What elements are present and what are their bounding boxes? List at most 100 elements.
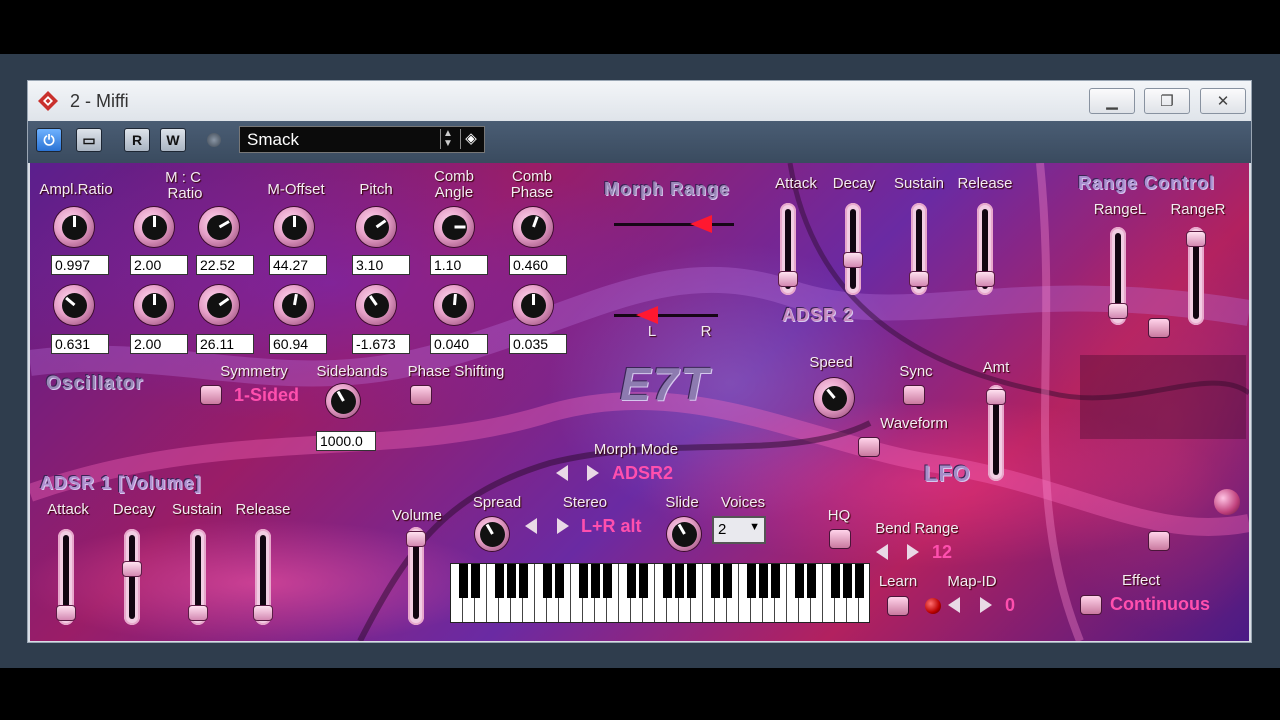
comb-phase-value-2[interactable]: 0.035 bbox=[509, 334, 567, 354]
comb-angle-value-1[interactable]: 1.10 bbox=[430, 255, 488, 275]
comb-angle-knob-2[interactable] bbox=[434, 285, 474, 325]
adsr2-release-handle[interactable] bbox=[975, 271, 995, 287]
preset-name-field[interactable]: Smack ▲ ▼ ◈ bbox=[239, 126, 485, 153]
adsr2-sustain-slider[interactable] bbox=[909, 203, 929, 295]
morph-mode-next-icon[interactable] bbox=[587, 465, 599, 481]
volume-handle[interactable] bbox=[406, 531, 426, 547]
piano-keyboard[interactable] bbox=[450, 563, 870, 623]
ampl-ratio-value-1[interactable]: 0.997 bbox=[51, 255, 109, 275]
adsr1-decay-slider[interactable] bbox=[122, 529, 142, 625]
piano-black-key[interactable] bbox=[711, 564, 720, 598]
piano-black-key[interactable] bbox=[579, 564, 588, 598]
piano-black-key[interactable] bbox=[495, 564, 504, 598]
write-automation-button[interactable]: W bbox=[160, 128, 186, 152]
adsr2-attack-handle[interactable] bbox=[778, 271, 798, 287]
piano-black-key[interactable] bbox=[675, 564, 684, 598]
comb-angle-knob-1[interactable] bbox=[434, 207, 474, 247]
m-offset-value-2[interactable]: 60.94 bbox=[269, 334, 327, 354]
ratio-c-knob-2[interactable] bbox=[199, 285, 239, 325]
piano-black-key[interactable] bbox=[507, 564, 516, 598]
morph-range-track[interactable] bbox=[614, 223, 734, 226]
range-link-button[interactable] bbox=[1148, 318, 1170, 338]
minimize-button[interactable]: ▁ bbox=[1089, 88, 1135, 114]
morph-mode-prev-icon[interactable] bbox=[556, 465, 568, 481]
learn-button[interactable] bbox=[887, 596, 909, 616]
adsr2-release-slider[interactable] bbox=[975, 203, 995, 295]
stereo-next-icon[interactable] bbox=[557, 518, 569, 534]
piano-black-key[interactable] bbox=[639, 564, 648, 598]
ampl-ratio-knob-2[interactable] bbox=[54, 285, 94, 325]
slide-knob[interactable] bbox=[667, 517, 701, 551]
piano-black-key[interactable] bbox=[471, 564, 480, 598]
adsr2-decay-slider[interactable] bbox=[843, 203, 863, 295]
sidebands-knob[interactable] bbox=[326, 384, 360, 418]
ratio-c-knob-1[interactable] bbox=[199, 207, 239, 247]
range-l-handle[interactable] bbox=[1108, 303, 1128, 319]
title-bar[interactable]: 2 - Miffi ▁ ❐ ✕ bbox=[28, 81, 1251, 121]
pitch-knob-2[interactable] bbox=[356, 285, 396, 325]
m-offset-knob-2[interactable] bbox=[274, 285, 314, 325]
piano-black-key[interactable] bbox=[759, 564, 768, 598]
piano-black-key[interactable] bbox=[795, 564, 804, 598]
ratio-m-knob-1[interactable] bbox=[134, 207, 174, 247]
effect-toggle-button[interactable] bbox=[1148, 531, 1170, 551]
piano-black-key[interactable] bbox=[603, 564, 612, 598]
close-button[interactable]: ✕ bbox=[1200, 88, 1246, 114]
comb-phase-value-1[interactable]: 0.460 bbox=[509, 255, 567, 275]
m-offset-value-1[interactable]: 44.27 bbox=[269, 255, 327, 275]
piano-black-key[interactable] bbox=[591, 564, 600, 598]
piano-black-key[interactable] bbox=[747, 564, 756, 598]
phase-shifting-button[interactable] bbox=[410, 385, 432, 405]
stereo-prev-icon[interactable] bbox=[525, 518, 537, 534]
bend-range-prev-icon[interactable] bbox=[876, 544, 888, 560]
range-l-slider[interactable] bbox=[1108, 227, 1128, 325]
piano-black-key[interactable] bbox=[543, 564, 552, 598]
pitch-knob-1[interactable] bbox=[356, 207, 396, 247]
morph-pan-track[interactable] bbox=[614, 314, 718, 317]
lfo-sync-button[interactable] bbox=[903, 385, 925, 405]
adsr1-sustain-handle[interactable] bbox=[188, 605, 208, 621]
volume-slider[interactable] bbox=[406, 527, 426, 625]
preset-browser-icon[interactable]: ◈ bbox=[460, 129, 481, 149]
adsr1-release-slider[interactable] bbox=[253, 529, 273, 625]
comb-angle-value-2[interactable]: 0.040 bbox=[430, 334, 488, 354]
ratio-c-value-1[interactable]: 22.52 bbox=[196, 255, 254, 275]
ratio-c-value-2[interactable]: 26.11 bbox=[196, 334, 254, 354]
adsr2-decay-handle[interactable] bbox=[843, 252, 863, 268]
maximize-button[interactable]: ❐ bbox=[1144, 88, 1190, 114]
effect-button[interactable] bbox=[1080, 595, 1102, 615]
lfo-waveform-button[interactable] bbox=[858, 437, 880, 457]
piano-black-key[interactable] bbox=[627, 564, 636, 598]
ratio-m-knob-2[interactable] bbox=[134, 285, 174, 325]
ampl-ratio-value-2[interactable]: 0.631 bbox=[51, 334, 109, 354]
lfo-speed-knob[interactable] bbox=[814, 378, 854, 418]
symmetry-button[interactable] bbox=[200, 385, 222, 405]
ratio-m-value-1[interactable]: 2.00 bbox=[130, 255, 188, 275]
lfo-amt-handle[interactable] bbox=[986, 389, 1006, 405]
adsr1-attack-handle[interactable] bbox=[56, 605, 76, 621]
lfo-amt-slider[interactable] bbox=[986, 385, 1006, 481]
piano-black-key[interactable] bbox=[555, 564, 564, 598]
adsr1-sustain-slider[interactable] bbox=[188, 529, 208, 625]
morph-range-handle-icon[interactable] bbox=[690, 215, 712, 233]
bend-range-next-icon[interactable] bbox=[907, 544, 919, 560]
piano-black-key[interactable] bbox=[519, 564, 528, 598]
m-offset-knob-1[interactable] bbox=[274, 207, 314, 247]
map-id-next-icon[interactable] bbox=[980, 597, 992, 613]
piano-black-key[interactable] bbox=[723, 564, 732, 598]
adsr1-release-handle[interactable] bbox=[253, 605, 273, 621]
adsr1-attack-slider[interactable] bbox=[56, 529, 76, 625]
hq-button[interactable] bbox=[829, 529, 851, 549]
piano-black-key[interactable] bbox=[843, 564, 852, 598]
preset-stepper-icon[interactable]: ▲ ▼ bbox=[440, 129, 455, 149]
bypass-button[interactable]: ▭ bbox=[76, 128, 102, 152]
pitch-value-2[interactable]: -1.673 bbox=[352, 334, 410, 354]
comb-phase-knob-2[interactable] bbox=[513, 285, 553, 325]
range-r-slider[interactable] bbox=[1186, 227, 1206, 325]
map-id-prev-icon[interactable] bbox=[948, 597, 960, 613]
piano-black-key[interactable] bbox=[807, 564, 816, 598]
adsr1-decay-handle[interactable] bbox=[122, 561, 142, 577]
adsr2-attack-slider[interactable] bbox=[778, 203, 798, 295]
morph-pan-handle-icon[interactable] bbox=[636, 306, 658, 324]
comb-phase-knob-1[interactable] bbox=[513, 207, 553, 247]
